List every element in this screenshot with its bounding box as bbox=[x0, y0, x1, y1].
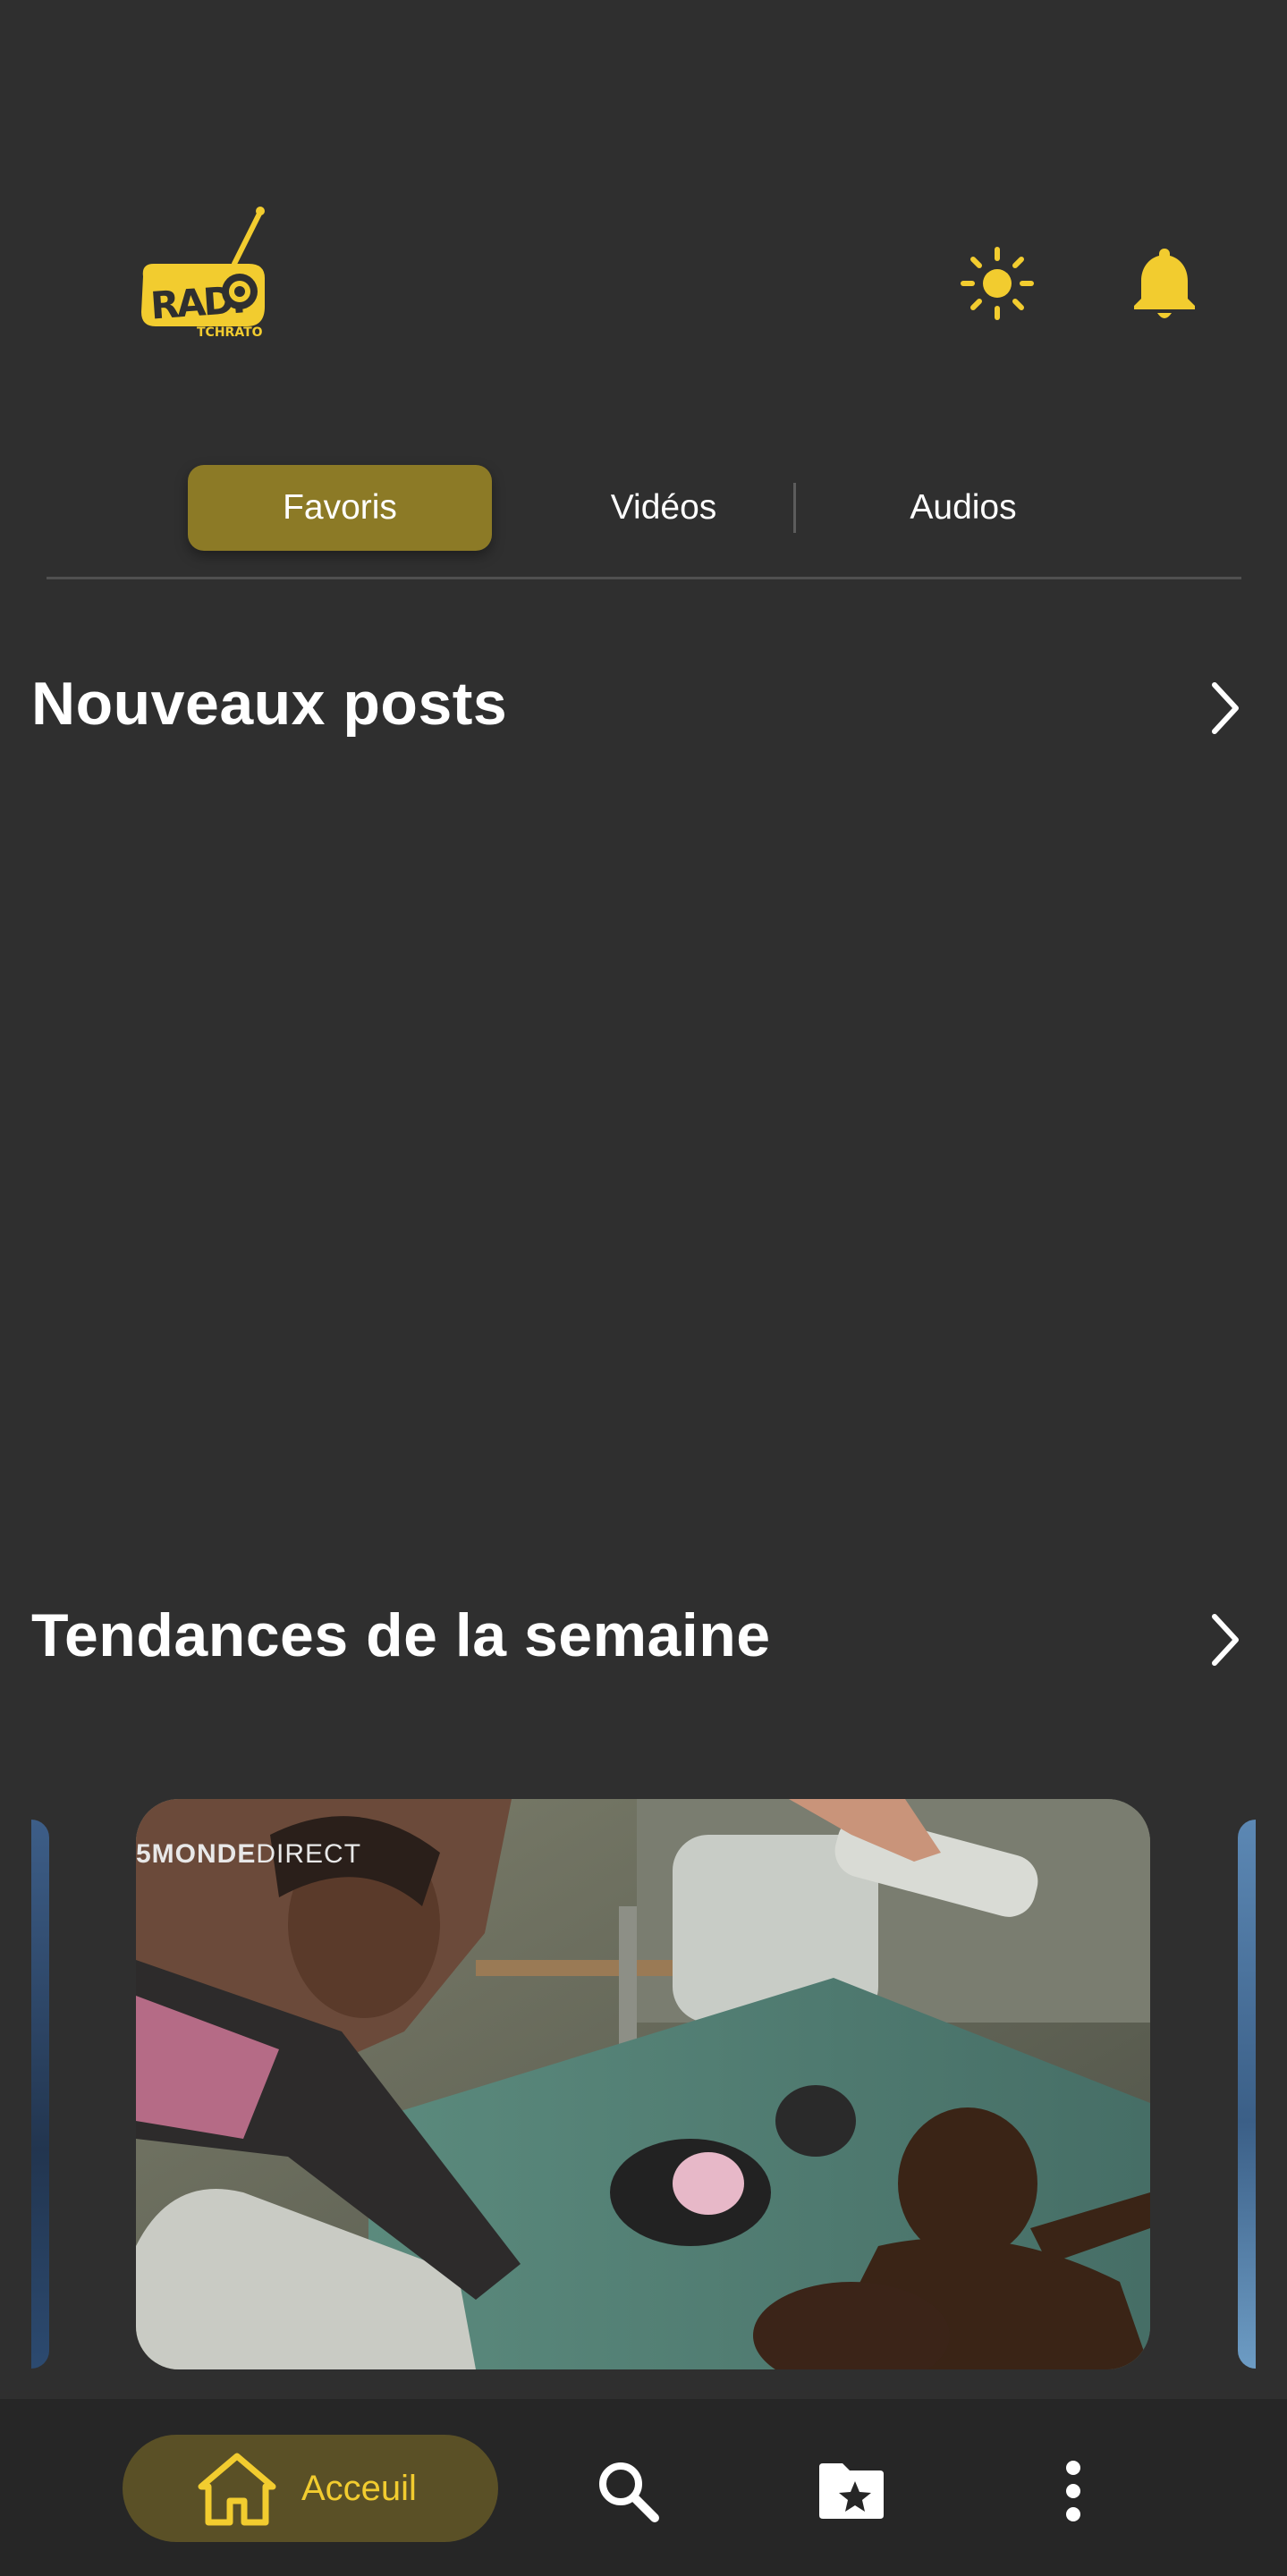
svg-text:TCHRATO: TCHRATO bbox=[197, 325, 263, 340]
sun-icon bbox=[961, 247, 1034, 320]
carousel-card-next[interactable] bbox=[1238, 1820, 1256, 2369]
app-screen: RADI TCHRATO Favoris Vidéos Audios Nouve… bbox=[0, 0, 1287, 2576]
section-title-trending: Tendances de la semaine bbox=[31, 1601, 771, 1669]
new-posts-see-all-button[interactable] bbox=[1198, 672, 1252, 744]
tab-videos[interactable]: Vidéos bbox=[512, 465, 816, 551]
nav-more-button[interactable] bbox=[1033, 2451, 1113, 2531]
content-tabs: Favoris Vidéos Audios bbox=[47, 463, 1241, 579]
chevron-right-icon bbox=[1212, 682, 1239, 734]
channel-watermark: 5MONDEDIRECT bbox=[136, 1839, 362, 1869]
more-vert-icon bbox=[1066, 2461, 1080, 2521]
chevron-right-icon bbox=[1212, 1614, 1239, 1666]
tab-favoris[interactable]: Favoris bbox=[188, 465, 492, 551]
favorites-folder-icon bbox=[819, 2463, 884, 2519]
radio-tchrato-logo: RADI TCHRATO bbox=[134, 201, 277, 344]
home-icon bbox=[198, 2453, 276, 2526]
nav-home-button[interactable]: Acceuil bbox=[123, 2435, 498, 2542]
nav-favorites-button[interactable] bbox=[811, 2451, 892, 2531]
nav-home-label: Acceuil bbox=[301, 2469, 417, 2508]
video-thumbnail bbox=[136, 1799, 1150, 2369]
carousel-card-video[interactable]: 5MONDEDIRECT bbox=[136, 1799, 1150, 2369]
nav-search-button[interactable] bbox=[588, 2451, 668, 2531]
section-title-new-posts: Nouveaux posts bbox=[31, 670, 508, 738]
tab-divider bbox=[793, 483, 796, 533]
search-icon bbox=[599, 2462, 659, 2522]
trending-see-all-button[interactable] bbox=[1198, 1604, 1252, 1676]
bell-icon bbox=[1134, 249, 1195, 318]
tab-audios[interactable]: Audios bbox=[811, 465, 1115, 551]
carousel-card-previous[interactable] bbox=[31, 1820, 49, 2369]
bottom-navigation-bar: Acceuil bbox=[0, 2399, 1287, 2576]
notifications-button[interactable] bbox=[1115, 234, 1214, 333]
theme-toggle-button[interactable] bbox=[948, 234, 1046, 333]
